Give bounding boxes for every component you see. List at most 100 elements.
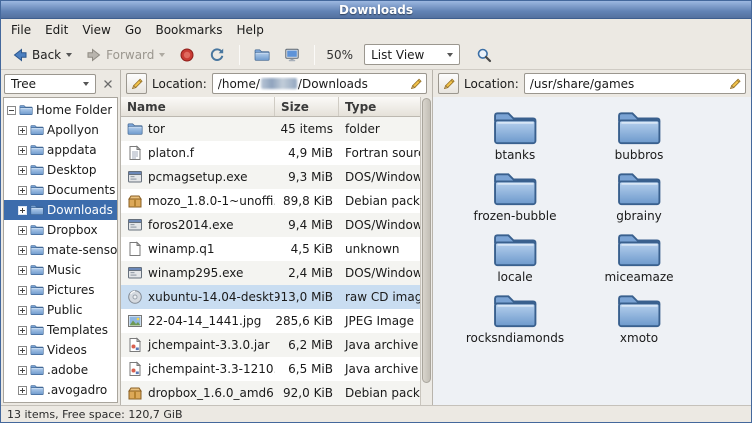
expand-expander-icon[interactable] (18, 346, 27, 355)
folder-item-locale[interactable]: locale (453, 231, 577, 292)
column-header-type[interactable]: Type (339, 97, 420, 116)
view-mode-select[interactable]: List View (364, 44, 460, 65)
file-size: 6,5 MiB (275, 362, 339, 376)
expand-expander-icon[interactable] (18, 206, 27, 215)
forward-button[interactable]: Forward (80, 43, 171, 67)
file-name: 22-04-14_1441.jpg (148, 314, 261, 328)
expand-expander-icon[interactable] (18, 366, 27, 375)
clear-location-icon[interactable] (409, 77, 423, 91)
tree-item-documents[interactable]: Documents (4, 180, 117, 200)
menu-view[interactable]: View (75, 21, 117, 39)
sidebar-mode-chevron-icon (83, 82, 89, 86)
file-name: mozo_1.8.0-1~unoffi… (148, 194, 275, 208)
folder-item-btanks[interactable]: btanks (453, 109, 577, 170)
view-mode-value: List View (371, 48, 424, 62)
file-type: unknown (339, 242, 420, 256)
tree-item-appdata[interactable]: appdata (4, 140, 117, 160)
file-type: Fortran source co (339, 146, 420, 160)
menu-file[interactable]: File (4, 21, 38, 39)
file-row-platon[interactable]: platon.f 4,9 MiB Fortran source co (121, 141, 420, 165)
location-edit-button[interactable] (438, 73, 459, 94)
tree-item-label: Templates (47, 323, 108, 337)
folder-label: xmoto (620, 331, 658, 345)
expand-expander-icon[interactable] (18, 146, 27, 155)
folder-label: btanks (495, 148, 535, 162)
menu-go[interactable]: Go (118, 21, 149, 39)
stop-button[interactable] (173, 43, 201, 67)
tree-item-home-folder[interactable]: Home Folder (4, 100, 117, 120)
menu-edit[interactable]: Edit (38, 21, 75, 39)
folder-item-miceamaze[interactable]: miceamaze (577, 231, 701, 292)
file-type: JPEG Image (339, 314, 420, 328)
vertical-scrollbar[interactable] (420, 97, 432, 405)
expand-expander-icon[interactable] (18, 126, 27, 135)
file-row-xubuntu-iso[interactable]: xubuntu-14.04-deskt… 913,0 MiB raw CD im… (121, 285, 420, 309)
sidebar-mode-select[interactable]: Tree (4, 74, 96, 94)
file-row-winamp295[interactable]: winamp295.exe 2,4 MiB DOS/Windows ex (121, 261, 420, 285)
back-dropdown-chevron-icon[interactable] (66, 53, 72, 57)
expand-expander-icon[interactable] (18, 166, 27, 175)
expand-expander-icon[interactable] (18, 246, 27, 255)
file-row-mozo[interactable]: mozo_1.8.0-1~unoffi… 89,8 KiB Debian pac… (121, 189, 420, 213)
folder-item-rocksndiamonds[interactable]: rocksndiamonds (453, 292, 577, 353)
tree-item-desktop[interactable]: Desktop (4, 160, 117, 180)
folder-item-gbrainy[interactable]: gbrainy (577, 170, 701, 231)
tree-item-apollyon[interactable]: Apollyon (4, 120, 117, 140)
tree-item-avogadro[interactable]: .avogadro (4, 380, 117, 400)
desktop-button[interactable] (278, 43, 306, 67)
sidebar-header: Tree (1, 70, 120, 97)
tree-item-templates[interactable]: Templates (4, 320, 117, 340)
folder-item-bubbros[interactable]: bubbros (577, 109, 701, 170)
file-type: DOS/Windows ex (339, 266, 420, 280)
tree-item-videos[interactable]: Videos (4, 340, 117, 360)
expand-expander-icon[interactable] (18, 226, 27, 235)
expand-expander-icon[interactable] (18, 306, 27, 315)
file-row-pcmagsetup[interactable]: pcmagsetup.exe 9,3 MiB DOS/Windows ex (121, 165, 420, 189)
file-row-tor[interactable]: tor 45 items folder (121, 117, 420, 141)
tree-item-pictures[interactable]: Pictures (4, 280, 117, 300)
clear-location-icon[interactable] (728, 77, 742, 91)
file-row-foros2014[interactable]: foros2014.exe 9,4 MiB DOS/Windows ex (121, 213, 420, 237)
column-header-name[interactable]: Name (121, 97, 275, 116)
expand-expander-icon[interactable] (18, 286, 27, 295)
file-size: 9,3 MiB (275, 170, 339, 184)
tree-item-downloads[interactable]: Downloads (4, 200, 117, 220)
menu-help[interactable]: Help (230, 21, 271, 39)
tree-item-public[interactable]: Public (4, 300, 117, 320)
folder-item-xmoto[interactable]: xmoto (577, 292, 701, 353)
tree-item-label: Pictures (47, 283, 95, 297)
forward-dropdown-chevron-icon[interactable] (159, 53, 165, 57)
menubar: File Edit View Go Bookmarks Help (1, 19, 751, 40)
titlebar[interactable]: Downloads (1, 1, 751, 19)
column-header-size[interactable]: Size (275, 97, 339, 116)
file-row-jchempaint-jar[interactable]: jchempaint-3.3.0.jar 6,2 MiB Java archiv… (121, 333, 420, 357)
reload-button[interactable] (203, 43, 231, 67)
tree-item-mate-sensors[interactable]: mate-sensors- (4, 240, 117, 260)
right-location-input[interactable]: /usr/share/games (524, 73, 746, 94)
sidebar-close-button[interactable] (99, 75, 117, 93)
tree-item-dropbox[interactable]: Dropbox (4, 220, 117, 240)
right-location-bar: Location: /usr/share/games (433, 70, 751, 97)
tree-item-music[interactable]: Music (4, 260, 117, 280)
file-row-winamp-q1[interactable]: winamp.q1 4,5 KiB unknown (121, 237, 420, 261)
back-button[interactable]: Back (6, 43, 78, 67)
expand-expander-icon[interactable] (18, 186, 27, 195)
expand-expander-icon[interactable] (18, 386, 27, 395)
file-size: 89,8 KiB (275, 194, 339, 208)
left-location-input[interactable]: /home//Downloads (212, 73, 427, 94)
file-row-dropbox-deb[interactable]: dropbox_1.6.0_amd6… 92,0 KiB Debian pack… (121, 381, 420, 405)
home-button[interactable] (248, 43, 276, 67)
home-folder-icon (254, 47, 270, 63)
scrollbar-thumb[interactable] (422, 98, 431, 383)
tree-item-adobe[interactable]: .adobe (4, 360, 117, 380)
expand-expander-icon[interactable] (18, 326, 27, 335)
location-edit-button[interactable] (126, 73, 147, 94)
back-icon (12, 47, 28, 63)
collapse-expander-icon[interactable] (7, 106, 16, 115)
file-row-jpg[interactable]: 22-04-14_1441.jpg 285,6 KiB JPEG Image (121, 309, 420, 333)
file-row-jchempaint-1210[interactable]: jchempaint-3.3-1210… 6,5 MiB Java archiv… (121, 357, 420, 381)
search-button[interactable] (470, 43, 498, 67)
menu-bookmarks[interactable]: Bookmarks (148, 21, 229, 39)
folder-item-frozen-bubble[interactable]: frozen-bubble (453, 170, 577, 231)
expand-expander-icon[interactable] (18, 266, 27, 275)
